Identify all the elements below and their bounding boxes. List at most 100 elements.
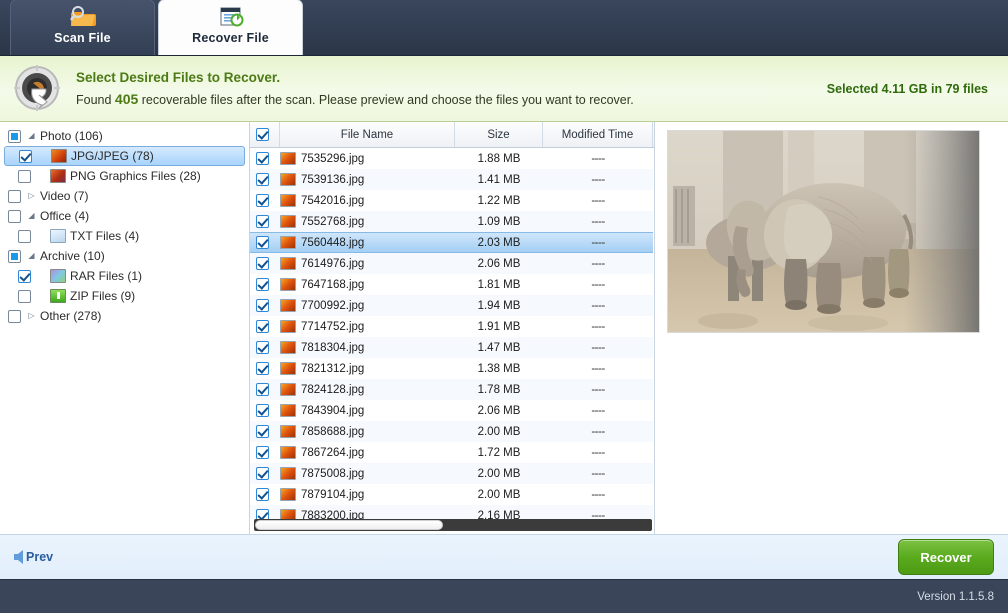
row-checkbox-cell[interactable] [250,425,280,438]
file-list-vertical-scrollbar[interactable] [653,148,654,519]
row-checkbox[interactable] [256,383,269,396]
tree-item-checkbox[interactable] [18,270,31,283]
table-row[interactable]: 7647168.jpg1.81 MB---- [250,274,653,295]
select-all-checkbox[interactable] [256,128,269,141]
table-row[interactable]: 7879104.jpg2.00 MB---- [250,484,653,505]
row-checkbox-cell[interactable] [250,236,280,249]
prev-button[interactable]: Prev [14,550,53,564]
table-row[interactable]: 7843904.jpg2.06 MB---- [250,400,653,421]
table-row[interactable]: 7535296.jpg1.88 MB---- [250,148,653,169]
row-checkbox[interactable] [256,488,269,501]
row-checkbox[interactable] [256,257,269,270]
tree-item-checkbox[interactable] [8,130,21,143]
table-row[interactable]: 7867264.jpg1.72 MB---- [250,442,653,463]
row-checkbox[interactable] [256,215,269,228]
table-row[interactable]: 7821312.jpg1.38 MB---- [250,358,653,379]
tree-item-video[interactable]: ▷Video (7) [0,186,249,206]
tree-item-checkbox[interactable] [19,150,32,163]
column-header-file-name[interactable]: File Name [280,122,455,147]
table-row[interactable]: 7560448.jpg2.03 MB---- [250,232,653,253]
chevron-down-icon[interactable]: ◢ [26,130,37,142]
file-modified-time-cell: ---- [543,384,653,396]
tree-item-photo[interactable]: ◢Photo (106) [0,126,249,146]
file-name-label: 7875008.jpg [301,468,364,480]
table-row[interactable]: 7542016.jpg1.22 MB---- [250,190,653,211]
table-row[interactable]: 7818304.jpg1.47 MB---- [250,337,653,358]
table-row[interactable]: 7614976.jpg2.06 MB---- [250,253,653,274]
tree-item-checkbox[interactable] [18,230,31,243]
tree-item-png[interactable]: ·PNG Graphics Files (28) [0,166,249,186]
row-checkbox[interactable] [256,152,269,165]
row-checkbox-cell[interactable] [250,362,280,375]
tree-item-archive[interactable]: ◢Archive (10) [0,246,249,266]
row-checkbox-cell[interactable] [250,257,280,270]
row-checkbox-cell[interactable] [250,173,280,186]
jpg-thumbnail-icon [280,509,296,519]
select-all-header[interactable] [250,122,280,147]
chevron-down-icon[interactable]: ◢ [26,250,37,262]
tree-item-jpgjpeg[interactable]: ·JPG/JPEG (78) [4,146,245,166]
tree-item-checkbox[interactable] [18,170,31,183]
column-header-modified-time[interactable]: Modified Time [543,122,653,147]
jpg-thumbnail-icon [280,320,296,333]
row-checkbox-cell[interactable] [250,404,280,417]
table-row[interactable]: 7714752.jpg1.91 MB---- [250,316,653,337]
tree-item-checkbox[interactable] [8,310,21,323]
row-checkbox[interactable] [256,467,269,480]
file-list-horizontal-scrollbar[interactable] [254,519,652,531]
row-checkbox[interactable] [256,341,269,354]
row-checkbox[interactable] [256,404,269,417]
tree-item-txt[interactable]: ·TXT Files (4) [0,226,249,246]
table-row[interactable]: 7875008.jpg2.00 MB---- [250,463,653,484]
table-row[interactable]: 7552768.jpg1.09 MB---- [250,211,653,232]
row-checkbox[interactable] [256,236,269,249]
row-checkbox-cell[interactable] [250,488,280,501]
tree-item-zip[interactable]: ·ZIP Files (9) [0,286,249,306]
column-header-size[interactable]: Size [455,122,543,147]
table-row[interactable]: 7539136.jpg1.41 MB---- [250,169,653,190]
jpg-thumbnail-icon [280,446,296,459]
tree-item-checkbox[interactable] [8,250,21,263]
row-checkbox-cell[interactable] [250,341,280,354]
row-checkbox-cell[interactable] [250,152,280,165]
row-checkbox[interactable] [256,509,269,519]
tree-item-checkbox[interactable] [8,190,21,203]
row-checkbox-cell[interactable] [250,446,280,459]
horizontal-scrollbar-thumb[interactable] [255,520,443,530]
row-checkbox[interactable] [256,362,269,375]
row-checkbox-cell[interactable] [250,320,280,333]
row-checkbox[interactable] [256,173,269,186]
chevron-right-icon[interactable]: ▷ [26,310,37,322]
row-checkbox-cell[interactable] [250,215,280,228]
file-name-label: 7552768.jpg [301,216,364,228]
table-row[interactable]: 7883200.jpg2.16 MB---- [250,505,653,519]
tree-item-checkbox[interactable] [8,210,21,223]
file-name-label: 7867264.jpg [301,447,364,459]
row-checkbox[interactable] [256,194,269,207]
file-name-cell: 7818304.jpg [280,341,455,354]
row-checkbox[interactable] [256,278,269,291]
tree-item-office[interactable]: ◢Office (4) [0,206,249,226]
table-row[interactable]: 7824128.jpg1.78 MB---- [250,379,653,400]
row-checkbox-cell[interactable] [250,383,280,396]
tab-recover-file[interactable]: Recover File [158,0,303,55]
table-row[interactable]: 7858688.jpg2.00 MB---- [250,421,653,442]
tree-item-other[interactable]: ▷Other (278) [0,306,249,326]
row-checkbox[interactable] [256,299,269,312]
row-checkbox[interactable] [256,446,269,459]
file-list-panel: File Name Size Modified Time 7535296.jpg… [250,122,655,534]
table-row[interactable]: 7700992.jpg1.94 MB---- [250,295,653,316]
row-checkbox-cell[interactable] [250,509,280,519]
chevron-right-icon[interactable]: ▷ [26,190,37,202]
tree-item-rar[interactable]: ·RAR Files (1) [0,266,249,286]
row-checkbox-cell[interactable] [250,467,280,480]
chevron-down-icon[interactable]: ◢ [26,210,37,222]
row-checkbox[interactable] [256,425,269,438]
row-checkbox-cell[interactable] [250,299,280,312]
row-checkbox[interactable] [256,320,269,333]
recover-button[interactable]: Recover [898,539,994,575]
tab-scan-file[interactable]: Scan File [10,0,155,55]
row-checkbox-cell[interactable] [250,194,280,207]
row-checkbox-cell[interactable] [250,278,280,291]
tree-item-checkbox[interactable] [18,290,31,303]
